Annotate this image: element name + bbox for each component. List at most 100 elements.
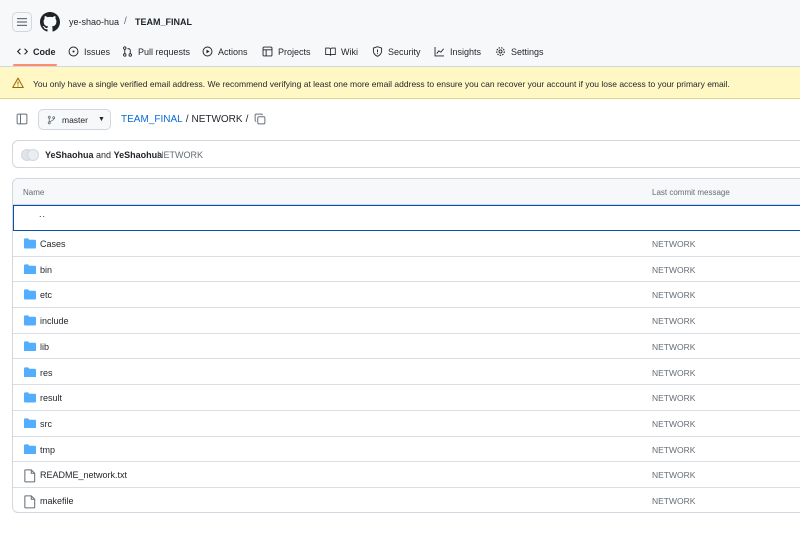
gear-icon (496, 47, 505, 56)
file-name-link[interactable]: tmp (40, 445, 55, 455)
folder-icon (24, 341, 36, 352)
table-row[interactable]: res NETWORK (13, 360, 800, 386)
play-icon (202, 46, 213, 57)
tab-pull-requests[interactable]: Pull requests (122, 46, 190, 57)
table-row[interactable]: Cases NETWORK (13, 231, 800, 257)
file-name-link[interactable]: lib (40, 342, 49, 352)
commit-message-link[interactable]: NETWORK (652, 470, 695, 480)
file-name-link[interactable]: res (40, 368, 53, 378)
file-path-breadcrumb: TEAM_FINAL / NETWORK / (121, 114, 251, 125)
commit-message-link[interactable]: NETWORK (157, 150, 203, 160)
table-row[interactable]: lib NETWORK (13, 334, 800, 360)
branch-selector[interactable]: master ▼ (38, 109, 111, 130)
menu-button[interactable] (12, 12, 32, 32)
tab-label: Actions (218, 46, 248, 57)
table-row[interactable]: bin NETWORK (13, 257, 800, 283)
table-row[interactable]: README_network.txt NETWORK (13, 462, 800, 488)
parent-directory-row[interactable]: .. (13, 205, 800, 231)
path-current-dir: NETWORK (191, 114, 243, 125)
tab-actions[interactable]: Actions (202, 46, 248, 57)
commit-message-link[interactable]: NETWORK (652, 239, 695, 249)
file-name-link[interactable]: bin (40, 265, 52, 275)
github-logo-icon[interactable] (40, 12, 60, 32)
tab-projects[interactable]: Projects (262, 46, 311, 57)
repo-tabs: Code Issues Pull requests Actions Projec… (0, 40, 800, 67)
table-row[interactable]: etc NETWORK (13, 282, 800, 309)
table-row[interactable]: tmp NETWORK (13, 437, 800, 463)
commit-message-link[interactable]: NETWORK (652, 290, 695, 300)
column-header-name: Name (23, 188, 45, 197)
file-name-link[interactable]: README_network.txt (40, 470, 127, 480)
tab-insights[interactable]: Insights (434, 46, 481, 57)
repo-link[interactable]: TEAM_FINAL (135, 17, 192, 27)
commit-conjunction: and (96, 150, 112, 160)
file-icon (24, 495, 36, 509)
owner-link[interactable]: ye-shao-hua (69, 17, 119, 27)
commit-message-link[interactable]: NETWORK (652, 368, 695, 378)
file-name-link[interactable]: src (40, 419, 52, 429)
tab-label: Insights (450, 46, 482, 57)
pull-request-icon (123, 46, 132, 57)
tab-label: Code (33, 46, 56, 57)
commit-message-link[interactable]: NETWORK (652, 445, 695, 455)
git-branch-icon (47, 115, 56, 124)
table-icon (262, 46, 273, 57)
file-name-link[interactable]: include (40, 316, 69, 326)
table-header: Name Last commit message (13, 179, 800, 205)
commit-message-link[interactable]: NETWORK (652, 419, 695, 429)
commit-message-link[interactable]: NETWORK (652, 393, 695, 403)
folder-icon (24, 289, 36, 300)
table-row[interactable]: include NETWORK (13, 308, 800, 334)
tab-label: Projects (278, 46, 311, 57)
tab-code[interactable]: Code (17, 46, 56, 57)
file-icon (24, 469, 36, 483)
tab-label: Issues (84, 46, 111, 57)
folder-icon (24, 264, 36, 275)
table-row[interactable]: src NETWORK (13, 411, 800, 437)
commit-message-link[interactable]: NETWORK (652, 342, 695, 352)
path-repo-link[interactable]: TEAM_FINAL (121, 114, 183, 125)
commit-message-link[interactable]: NETWORK (652, 316, 695, 326)
commit-message-link[interactable]: NETWORK (652, 265, 695, 275)
folder-icon (24, 238, 36, 249)
parent-directory-link[interactable]: .. (39, 209, 46, 219)
file-name-link[interactable]: makefile (40, 496, 74, 506)
tab-label: Security (388, 46, 421, 57)
graph-icon (434, 47, 444, 57)
copy-icon[interactable] (254, 113, 266, 125)
code-icon (17, 48, 28, 55)
commit-authors: YeShaohua and YeShaohua (45, 150, 162, 160)
tab-settings[interactable]: Settings (495, 46, 544, 57)
path-trailing-separator: / (245, 114, 249, 125)
tab-security[interactable]: Security (372, 46, 421, 57)
table-row[interactable]: result NETWORK (13, 385, 800, 411)
folder-icon (24, 443, 36, 455)
latest-commit-box: YeShaohua and YeShaohua NETWORK (12, 140, 800, 168)
sidebar-toggle-icon[interactable] (16, 113, 28, 125)
commit-coauthor-link[interactable]: YeShaohua (114, 150, 163, 160)
folder-icon (24, 418, 36, 429)
file-name-link[interactable]: result (40, 393, 62, 403)
folder-icon (24, 366, 36, 378)
tab-label: Wiki (341, 46, 358, 57)
branch-name: master (62, 114, 88, 125)
tab-wiki[interactable]: Wiki (325, 46, 358, 57)
file-name-link[interactable]: etc (40, 290, 52, 300)
file-table: Name Last commit message .. Cases NETWORK… (12, 178, 800, 513)
tab-label: Settings (511, 46, 544, 57)
avatar[interactable] (21, 149, 39, 161)
path-separator: / (185, 114, 189, 125)
shield-icon (372, 46, 383, 57)
file-name-link[interactable]: Cases (40, 239, 66, 249)
email-warning-banner: You only have a single verified email ad… (0, 67, 800, 99)
repo-header: ye-shao-hua / TEAM_FINAL Code Issues Pul… (0, 0, 800, 67)
table-row[interactable]: makefile NETWORK (13, 488, 800, 512)
commit-author-link[interactable]: YeShaohua (45, 150, 94, 160)
breadcrumb-separator: / (124, 16, 127, 27)
tab-label: Pull requests (138, 46, 191, 57)
issue-icon (68, 46, 79, 57)
commit-message-link[interactable]: NETWORK (652, 496, 695, 506)
alert-icon (12, 77, 24, 89)
book-icon (325, 47, 336, 56)
tab-issues[interactable]: Issues (68, 46, 110, 57)
